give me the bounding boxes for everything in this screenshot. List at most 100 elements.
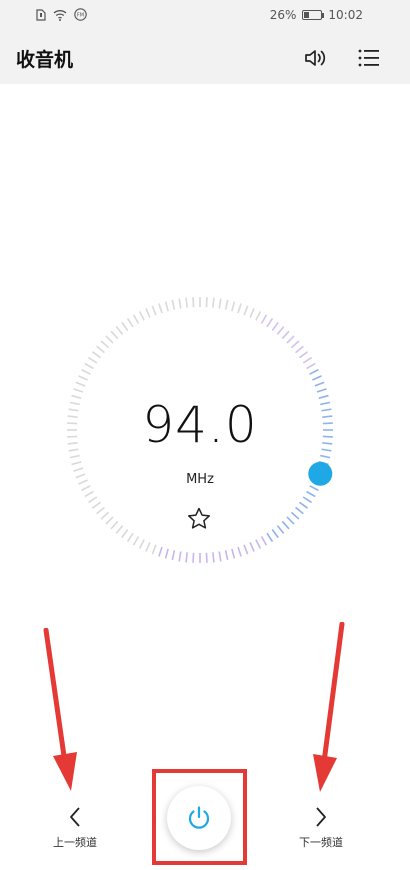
annotation-arrow-right: [313, 622, 345, 792]
dial-tick: [306, 362, 316, 370]
dial-tick: [73, 388, 84, 393]
list-icon: [358, 49, 379, 67]
dial-tick: [115, 326, 124, 335]
dial-tick: [67, 442, 78, 445]
dial-tick: [78, 479, 88, 485]
clock: 10:02: [328, 8, 363, 22]
dial-tick: [178, 551, 182, 562]
frequency-unit: MHz: [186, 472, 214, 487]
dial-tick: [75, 381, 86, 387]
dial-tick: [158, 303, 163, 314]
dial-tick: [309, 485, 319, 492]
power-icon: [188, 806, 210, 829]
dial-tick: [81, 485, 91, 492]
dial-tick: [266, 318, 274, 328]
dial-tick: [320, 401, 331, 406]
dial-tick: [132, 536, 140, 546]
dial-tick: [67, 415, 78, 418]
dial-tick: [81, 368, 91, 375]
dial-tick: [260, 314, 268, 324]
dial-tick: [237, 303, 242, 314]
dial-tick: [132, 314, 140, 324]
dial-tick: [73, 467, 84, 472]
dial-tick: [322, 442, 333, 445]
dial-tick: [67, 422, 78, 425]
dial-tick: [276, 525, 285, 534]
dial-tick: [69, 454, 80, 459]
sim-icon: [36, 8, 46, 21]
dial-tick: [309, 368, 319, 375]
dial-tick: [100, 340, 110, 349]
dial-tick: [171, 550, 176, 561]
favorite-button[interactable]: [186, 506, 212, 532]
dial-tick: [84, 490, 94, 498]
chevron-left-icon: [70, 807, 80, 827]
dial-tick: [295, 345, 304, 354]
dial-tick: [126, 532, 134, 542]
dial-tick: [286, 335, 295, 344]
tuner-knob[interactable]: [308, 461, 333, 486]
dial-tick: [314, 381, 325, 387]
dial-tick: [185, 297, 188, 308]
dial-tick: [164, 301, 169, 312]
dial-tick: [88, 356, 98, 364]
dial-tick: [322, 422, 333, 425]
star-outline-icon: [188, 507, 210, 529]
page-title: 收音机: [16, 49, 74, 71]
battery-icon: [302, 10, 325, 20]
speaker-button[interactable]: [300, 43, 330, 73]
dial-tick: [290, 511, 300, 520]
dial-tick: [126, 318, 134, 328]
dial-tick: [212, 552, 215, 563]
dial-tick: [312, 375, 322, 381]
dial-tick: [145, 308, 151, 318]
fm-icon: FM: [74, 8, 87, 21]
station-list-button[interactable]: [354, 43, 384, 73]
dial-tick: [71, 394, 82, 399]
dial-tick: [260, 536, 268, 546]
dial-tick: [185, 552, 188, 563]
dial-tick: [276, 326, 285, 335]
dial-tick: [306, 490, 316, 498]
power-button[interactable]: [167, 786, 231, 850]
dial-tick: [145, 542, 151, 552]
dial-tick: [318, 394, 329, 399]
status-right: 26% 10:02: [270, 8, 363, 22]
dial-tick: [243, 544, 249, 555]
next-channel-button[interactable]: 下一频道: [281, 806, 361, 850]
dial-tick: [237, 546, 242, 557]
dial-tick: [96, 345, 105, 354]
dial-tick: [302, 356, 312, 364]
dial-tick: [71, 461, 82, 466]
prev-channel-label: 上一频道: [53, 836, 97, 849]
dial-tick: [281, 330, 290, 340]
dial-tick: [205, 552, 208, 563]
speaker-icon: [305, 50, 326, 66]
dial-tick: [138, 539, 145, 549]
app-bar: 收音机: [0, 32, 410, 84]
annotation-arrow-left: [43, 628, 77, 791]
dial-tick: [299, 351, 309, 359]
dial-tick: [231, 301, 236, 312]
frequency-display: 94.0: [142, 396, 258, 454]
dial-tick: [320, 454, 331, 459]
dial-tick: [110, 330, 119, 340]
status-left-icons: FM: [36, 8, 87, 21]
dial-tick: [105, 335, 114, 344]
dial-tick: [302, 496, 312, 504]
dial-tick: [212, 297, 215, 308]
dial-tick: [178, 298, 182, 309]
dial-tick: [68, 448, 79, 452]
dial-tick: [192, 552, 195, 563]
dial-tick: [295, 506, 304, 515]
dial-tick: [96, 506, 105, 515]
dial-tick: [271, 529, 279, 539]
dial-tick: [121, 321, 129, 331]
dial-tick: [322, 415, 333, 418]
dial-tick: [115, 525, 124, 534]
dial-tick: [231, 548, 236, 559]
prev-channel-button[interactable]: 上一频道: [35, 806, 115, 850]
dial-tick: [91, 501, 101, 509]
dial-tick: [255, 311, 262, 321]
dial-tick: [218, 298, 222, 309]
